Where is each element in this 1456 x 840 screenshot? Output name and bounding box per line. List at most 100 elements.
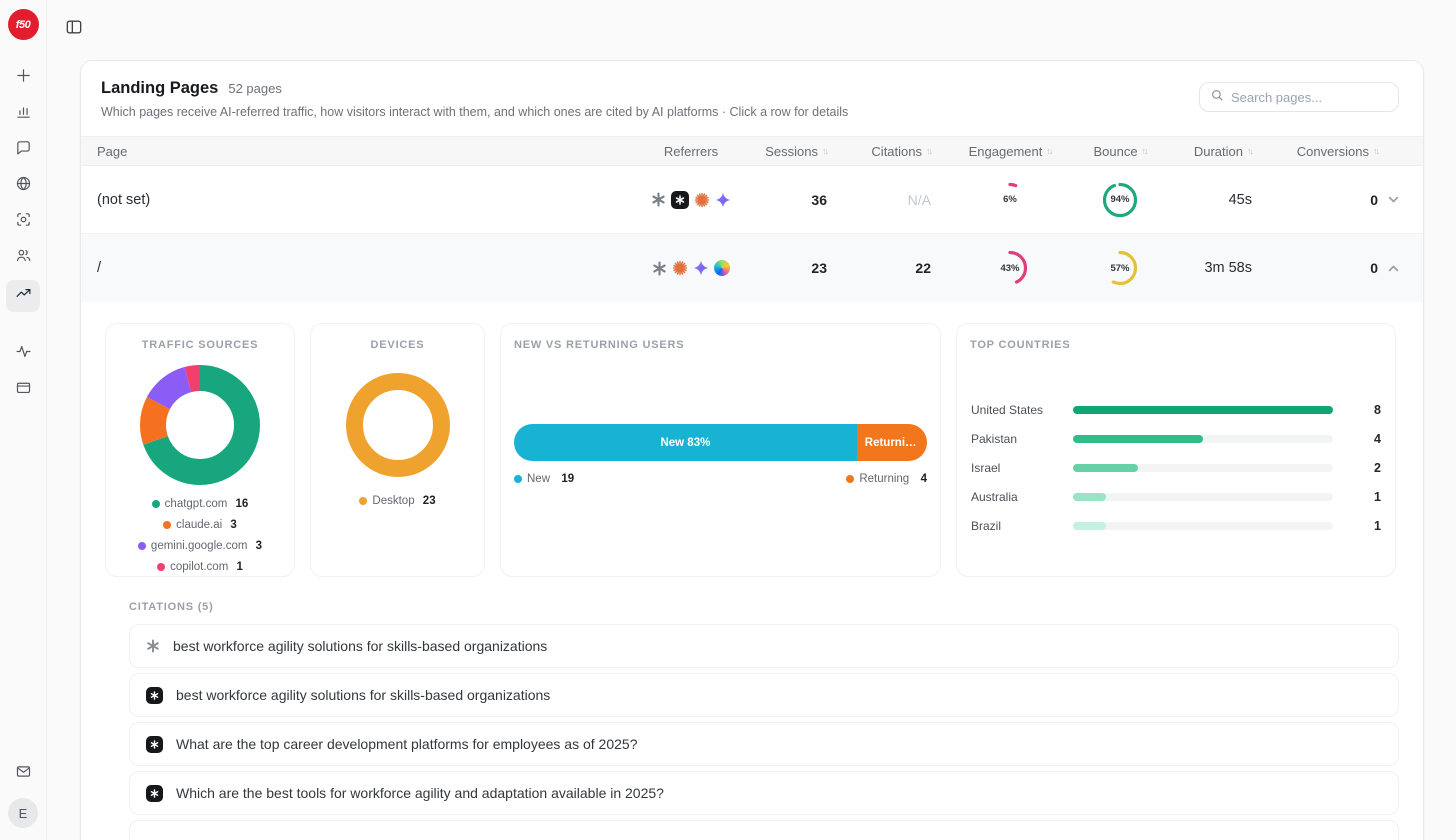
sidebar-item-web[interactable] [8,172,38,200]
citation-row[interactable]: Which are the best tools for workforce a… [129,771,1399,815]
column-header-duration[interactable]: Duration↑↓ [1151,144,1252,159]
traffic-sources-legend: chatgpt.com 16claude.ai 3gemini.google.c… [106,498,294,573]
citations-label: CITATIONS (5) [129,601,1399,613]
new-vs-returning-bar: New 83%Returning 17% [514,424,927,461]
globe-icon [15,175,32,197]
gemini-icon [693,260,709,276]
page-cell: / [97,260,626,276]
mail-button[interactable] [8,760,38,788]
country-label: Pakistan [971,432,1059,446]
traffic-sources-title: TRAFFIC SOURCES [106,339,294,351]
country-row: Australia1 [957,490,1395,504]
devices-donut [311,373,484,477]
top-countries-card: TOP COUNTRIES United States8 Pakistan 4 Isr… [956,323,1396,577]
country-label: Australia [971,490,1059,504]
country-row: Israel 2 [957,461,1395,475]
openai-icon [651,192,666,207]
brand-logo[interactable]: f50 [8,9,39,40]
search-input[interactable] [1231,90,1381,105]
sidebar-item-scan[interactable] [8,208,38,236]
column-header-bounce[interactable]: Bounce↑↓ [1089,144,1151,159]
bounce-cell: 94% [1089,181,1151,219]
page-cell: (not set) [97,192,626,208]
legend-item: Desktop 23 [359,495,435,507]
citation-row[interactable]: best workforce agility solutions for ski… [129,624,1399,668]
engagement-ring: 43% [991,249,1029,287]
scan-icon [15,211,32,233]
column-header-conversions[interactable]: Conversions ↑↓ [1252,144,1378,159]
citation-text: best workforce agility solutions for ski… [176,687,550,703]
country-bar-track [1073,493,1333,501]
engagement-cell: 43% [931,249,1089,287]
claude-app-icon [671,191,689,209]
country-row: United States8 [957,403,1395,417]
sessions-cell: 23 [756,260,827,276]
claude-app-icon [146,785,163,802]
panel-left-icon [64,24,84,41]
country-value: 2 [1347,461,1381,475]
column-label: Referrers [664,144,718,159]
devices-legend: Desktop 23 [311,495,484,507]
referrers-cell [626,260,756,276]
claude-app-icon [146,736,163,753]
sidebar-item-chat[interactable] [8,136,38,164]
card-header: Landing Pages 52 pages Which pages recei… [81,61,1423,136]
citation-text: best workforce agility solutions for ski… [173,638,547,654]
citation-row[interactable]: What are the top career development plat… [129,722,1399,766]
sort-icon[interactable]: ↑↓ [1373,146,1378,156]
sidebar-nav [6,64,40,404]
citations-list: best workforce agility solutions for ski… [129,624,1399,840]
column-label: Duration [1194,144,1243,159]
chat-bubble-icon [15,139,32,161]
sidebar-item-analytics[interactable] [8,100,38,128]
new-vs-returning-legend: New 19Returning 4 [514,473,927,485]
sidebar-item-activity[interactable] [8,340,38,368]
citation-row[interactable]: best workforce agility solutions for ski… [129,673,1399,717]
country-bar-track [1073,435,1333,443]
traffic-sources-card: TRAFFIC SOURCES chatgpt.com 16claude.ai … [105,323,295,577]
chevron-down-icon[interactable] [1378,193,1409,206]
search-box[interactable] [1199,82,1399,112]
bounce-ring: 94% [1101,181,1139,219]
row-details-panel: TRAFFIC SOURCES chatgpt.com 16claude.ai … [81,302,1423,840]
devices-title: DEVICES [311,339,484,351]
chevron-up-icon[interactable] [1378,262,1409,275]
column-header-sessions[interactable]: Sessions↑↓ [756,144,827,159]
legend-item: New 19 [514,473,574,485]
table-header: PageReferrersSessions↑↓Citations↑↓Engage… [81,136,1423,166]
sort-icon[interactable]: ↑↓ [1046,146,1051,156]
country-label: Israel [971,461,1059,475]
engagement-ring: 6% [991,181,1029,219]
trending-up-icon [15,285,32,307]
sort-icon[interactable]: ↑↓ [1142,146,1147,156]
country-bar-track [1073,464,1333,472]
sidebar-item-trends[interactable] [6,280,40,312]
column-label: Citations [871,144,922,159]
country-bar-track [1073,522,1333,530]
sidebar-item-audience[interactable] [8,244,38,272]
column-label: Engagement [969,144,1043,159]
table-row[interactable]: (not set)36N/A6%94%45s0 [81,166,1423,234]
column-header-citations[interactable]: Citations↑↓ [827,144,931,159]
column-header-engagement[interactable]: Engagement↑↓ [931,144,1089,159]
conversions-cell: 0 [1252,260,1378,276]
legend-item: chatgpt.com 16 [152,498,249,510]
table-row[interactable]: /232243%57%3m 58s0 [81,234,1423,302]
sidebar-toggle-button[interactable] [64,17,84,37]
citation-row[interactable] [129,820,1399,840]
claude-icon [694,192,710,208]
top-countries-title: TOP COUNTRIES [957,339,1395,351]
page-title: Landing Pages [101,79,218,98]
country-value: 1 [1347,519,1381,533]
country-value: 4 [1347,432,1381,446]
traffic-sources-donut [106,365,294,485]
new-button[interactable] [8,64,38,92]
user-avatar[interactable]: E [8,798,38,828]
citation-text: Which are the best tools for workforce a… [176,785,664,801]
country-row: Brazil1 [957,519,1395,533]
duration-cell: 45s [1151,192,1252,208]
duration-cell: 3m 58s [1151,260,1252,276]
column-label: Conversions [1297,144,1369,159]
sidebar-item-billing[interactable] [8,376,38,404]
citations-cell: 22 [827,260,931,276]
